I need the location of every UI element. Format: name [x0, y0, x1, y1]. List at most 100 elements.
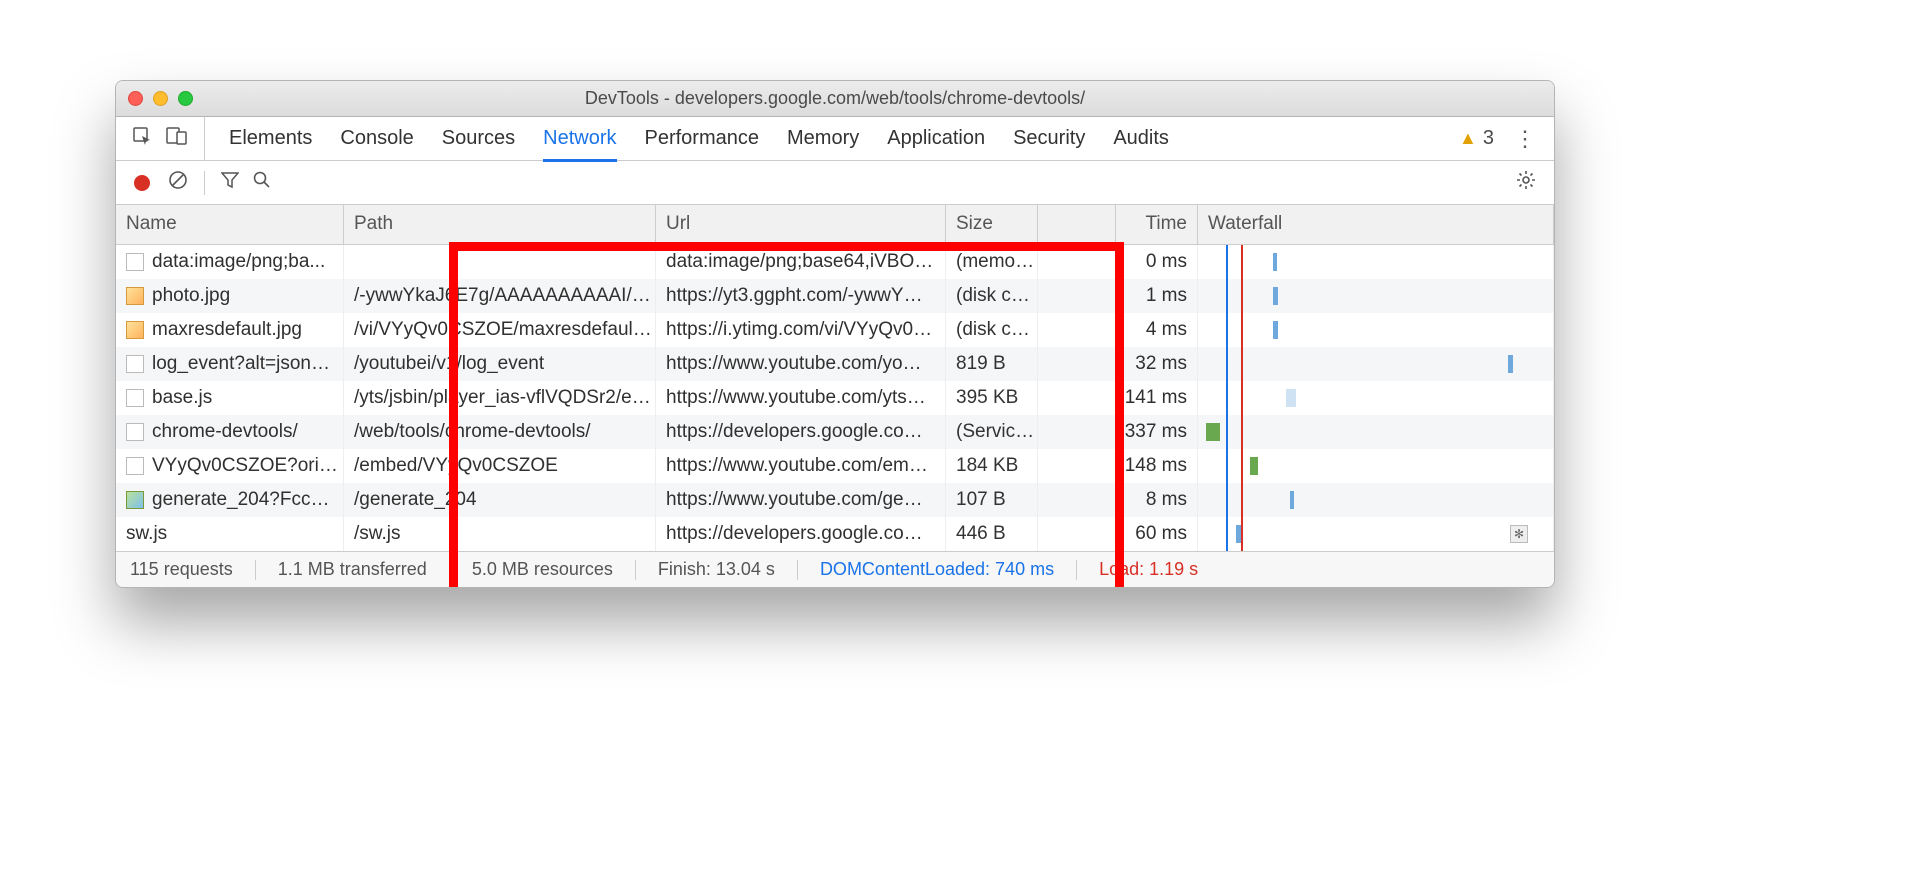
record-button[interactable] [134, 175, 150, 191]
cell-time: 4 ms [1116, 313, 1198, 347]
table-row[interactable]: chrome-devtools//web/tools/chrome-devtoo… [116, 415, 1554, 449]
cell-url: https://yt3.ggpht.com/-ywwY… [656, 279, 946, 313]
file-type-icon [126, 321, 144, 339]
cell-size: 395 KB [946, 381, 1038, 415]
cell-waterfall [1198, 347, 1554, 381]
cell-url: https://developers.google.co… [656, 517, 946, 551]
cell-time: 148 ms [1116, 449, 1198, 483]
tab-elements[interactable]: Elements [229, 127, 312, 151]
summary-domcontentloaded: DOMContentLoaded: 740 ms [820, 559, 1054, 580]
device-toggle-icon[interactable] [166, 126, 188, 152]
summary-load: Load: 1.19 s [1099, 559, 1198, 580]
clear-icon[interactable] [168, 170, 188, 196]
cell-path: /generate_204 [344, 483, 656, 517]
cell-waterfall [1198, 381, 1554, 415]
cell-url: https://i.ytimg.com/vi/VYyQv0… [656, 313, 946, 347]
tab-memory[interactable]: Memory [787, 127, 859, 151]
tab-performance[interactable]: Performance [645, 127, 760, 151]
more-menu-icon[interactable]: ⋮ [1514, 126, 1536, 152]
inspect-element-icon[interactable] [132, 126, 152, 152]
minimize-icon[interactable] [153, 91, 168, 106]
devtools-window: DevTools - developers.google.com/web/too… [115, 80, 1555, 588]
cell-time: 0 ms [1116, 245, 1198, 279]
cell-path: /sw.js [344, 517, 656, 551]
cell-size: (Servic… [946, 415, 1038, 449]
cell-url: https://developers.google.co… [656, 415, 946, 449]
main-tabstrip: Elements Console Sources Network Performance… [116, 117, 1554, 161]
cell-size: 446 B [946, 517, 1038, 551]
table-row[interactable]: photo.jpg/-ywwYkaJ6E7g/AAAAAAAAAAI/…http… [116, 279, 1554, 313]
table-row[interactable]: log_event?alt=json…/youtubei/v1/log_even… [116, 347, 1554, 381]
tab-sources[interactable]: Sources [442, 127, 515, 151]
warning-count: 3 [1483, 127, 1494, 150]
col-name[interactable]: Name [116, 205, 344, 244]
cell-path: /youtubei/v1/log_event [344, 347, 656, 381]
close-icon[interactable] [128, 91, 143, 106]
cell-size: 184 KB [946, 449, 1038, 483]
col-initiator[interactable] [1038, 205, 1116, 244]
cell-url: https://www.youtube.com/yts… [656, 381, 946, 415]
cell-initiator [1038, 483, 1116, 517]
file-type-icon [126, 253, 144, 271]
cell-waterfall [1198, 279, 1554, 313]
cell-name: photo.jpg [116, 279, 344, 313]
cell-name: data:image/png;ba... [116, 245, 344, 279]
cell-time: 32 ms [1116, 347, 1198, 381]
cell-size: 819 B [946, 347, 1038, 381]
network-toolbar [116, 161, 1554, 205]
col-url[interactable]: Url [656, 205, 946, 244]
cell-url: https://www.youtube.com/ge… [656, 483, 946, 517]
tab-network[interactable]: Network [543, 127, 616, 162]
tab-console[interactable]: Console [340, 127, 413, 151]
cell-time: 337 ms [1116, 415, 1198, 449]
cell-name: log_event?alt=json… [116, 347, 344, 381]
cell-path: /vi/VYyQv0CSZOE/maxresdefaul… [344, 313, 656, 347]
cell-size: (memo… [946, 245, 1038, 279]
cell-initiator [1038, 381, 1116, 415]
tab-audits[interactable]: Audits [1113, 127, 1169, 151]
col-size[interactable]: Size [946, 205, 1038, 244]
cell-path [344, 245, 656, 279]
cell-url: https://www.youtube.com/em… [656, 449, 946, 483]
cell-path: /embed/VYyQv0CSZOE [344, 449, 656, 483]
cell-path: /-ywwYkaJ6E7g/AAAAAAAAAAI/… [344, 279, 656, 313]
tab-application[interactable]: Application [887, 127, 985, 151]
cell-url: data:image/png;base64,iVBO… [656, 245, 946, 279]
traffic-lights [128, 91, 193, 106]
file-type-icon [126, 423, 144, 441]
cell-initiator [1038, 449, 1116, 483]
search-icon[interactable] [253, 171, 271, 195]
filter-icon[interactable] [221, 171, 239, 195]
settings-icon[interactable] [1516, 170, 1536, 196]
cell-initiator [1038, 313, 1116, 347]
cell-waterfall [1198, 517, 1554, 551]
col-path[interactable]: Path [344, 205, 656, 244]
warnings-badge[interactable]: ▲ 3 [1459, 127, 1494, 150]
cell-name: generate_204?Fcc… [116, 483, 344, 517]
summary-transferred: 1.1 MB transferred [278, 559, 427, 580]
cell-url: https://www.youtube.com/yo… [656, 347, 946, 381]
summary-finish: Finish: 13.04 s [658, 559, 775, 580]
file-type-icon [126, 457, 144, 475]
table-row[interactable]: VYyQv0CSZOE?ori…/embed/VYyQv0CSZOEhttps:… [116, 449, 1554, 483]
cell-name: chrome-devtools/ [116, 415, 344, 449]
table-row[interactable]: maxresdefault.jpg/vi/VYyQv0CSZOE/maxresd… [116, 313, 1554, 347]
col-time[interactable]: Time [1116, 205, 1198, 244]
file-type-icon [126, 355, 144, 373]
cell-name: base.js [116, 381, 344, 415]
maximize-icon[interactable] [178, 91, 193, 106]
cell-initiator [1038, 347, 1116, 381]
tab-security[interactable]: Security [1013, 127, 1085, 151]
table-row[interactable]: data:image/png;ba... data:image/png;base6… [116, 245, 1554, 279]
summary-requests: 115 requests [130, 559, 233, 580]
cell-size: (disk c… [946, 279, 1038, 313]
table-row[interactable]: generate_204?Fcc…/generate_204https://ww… [116, 483, 1554, 517]
cell-waterfall [1198, 415, 1554, 449]
cell-time: 1 ms [1116, 279, 1198, 313]
table-row[interactable]: ✻sw.js/sw.jshttps://developers.google.co… [116, 517, 1554, 551]
summary-resources: 5.0 MB resources [472, 559, 613, 580]
cell-waterfall [1198, 313, 1554, 347]
table-row[interactable]: base.js/yts/jsbin/player_ias-vflVQDSr2/e… [116, 381, 1554, 415]
col-waterfall[interactable]: Waterfall [1198, 205, 1554, 244]
cell-time: 8 ms [1116, 483, 1198, 517]
